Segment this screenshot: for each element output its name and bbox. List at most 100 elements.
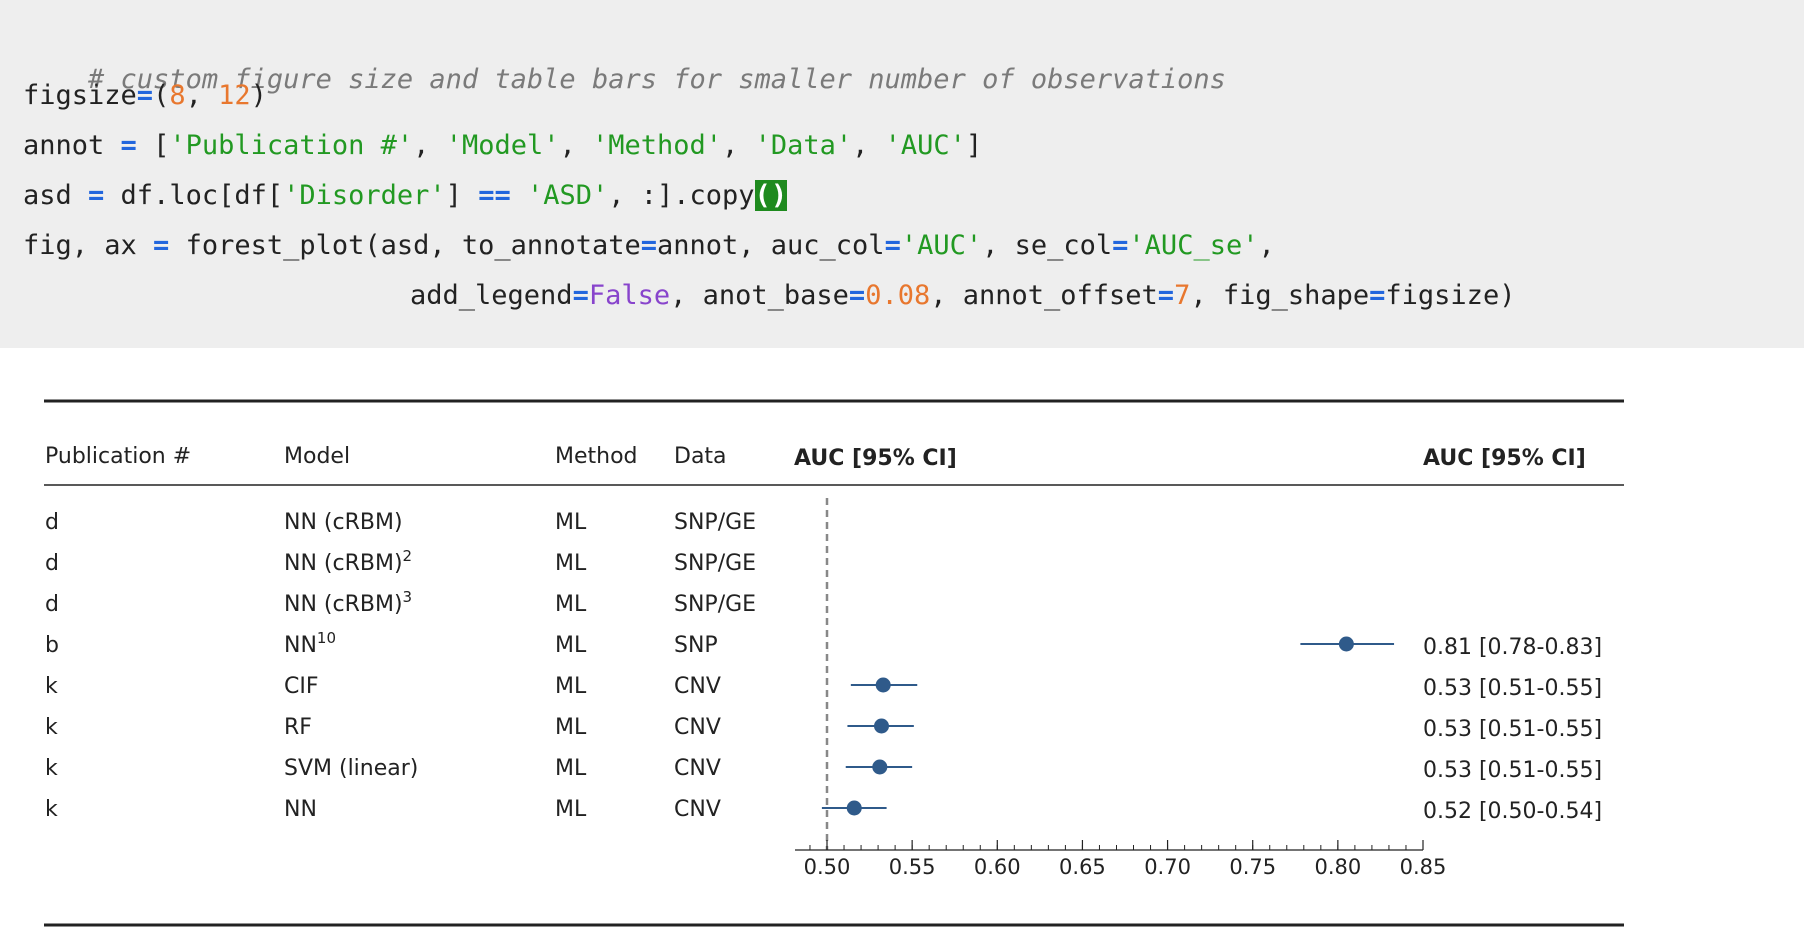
- code-token: False: [588, 280, 671, 311]
- code-token: =: [1369, 280, 1386, 311]
- code-line-forest-args: add_legend=False, anot_base=0.08, annot_…: [410, 279, 1515, 313]
- row-model: NN (cRBM)3: [284, 588, 412, 617]
- row-publication: k: [45, 797, 58, 822]
- code-token: 0.08: [865, 280, 931, 311]
- ci-value-label: 0.53 [0.51-0.55]: [1423, 676, 1602, 701]
- code-token: annot, auc_col: [656, 230, 885, 261]
- auc-point: [875, 677, 891, 693]
- code-token: 'AUC': [884, 130, 966, 161]
- code-token: 'AUC_se': [1128, 230, 1259, 261]
- code-line-asd: asd = df.loc[df['Disorder'] == 'ASD', :]…: [23, 179, 788, 213]
- code-token: ]: [965, 130, 983, 161]
- x-tick-label: 0.80: [1314, 855, 1361, 879]
- auc-point: [1338, 636, 1354, 652]
- code-token: df.loc[df[: [104, 180, 284, 211]
- code-token: 7: [1174, 280, 1191, 311]
- row-model: RF: [284, 715, 312, 740]
- row-data: SNP/GE: [674, 592, 756, 617]
- code-token: 'Data': [754, 130, 853, 161]
- code-token: (: [153, 80, 170, 111]
- code-cursor: (): [754, 180, 788, 211]
- row-data: SNP/GE: [674, 510, 756, 535]
- code-token: forest_plot(asd, to_annotate: [169, 230, 641, 261]
- row-data: CNV: [674, 797, 721, 822]
- row-method: ML: [555, 756, 587, 781]
- code-token: , anot_base: [670, 280, 849, 311]
- code-token: 'ASD': [526, 180, 609, 211]
- row-method: ML: [555, 674, 587, 699]
- code-cell[interactable]: # custom figure size and table bars for …: [0, 0, 1804, 348]
- row-data: SNP/GE: [674, 551, 756, 576]
- code-token: , se_col: [982, 230, 1113, 261]
- row-publication: k: [45, 674, 58, 699]
- auc-point: [873, 718, 889, 734]
- row-data: CNV: [674, 674, 721, 699]
- row-method: ML: [555, 551, 587, 576]
- row-model-superscript: 10: [317, 629, 336, 647]
- code-token: , fig_shape: [1190, 280, 1370, 311]
- code-token: 8: [169, 80, 186, 111]
- code-token: 'Publication #': [169, 130, 414, 161]
- code-token: 'AUC': [900, 230, 983, 261]
- code-token: 'Method': [592, 130, 723, 161]
- code-token: ,: [1258, 230, 1275, 261]
- code-token: , :].copy: [608, 180, 755, 211]
- code-token: =: [136, 80, 154, 111]
- code-token: [: [136, 130, 170, 161]
- ci-value-label: 0.53 [0.51-0.55]: [1423, 758, 1602, 783]
- code-line-figsize: figsize=(8, 12): [23, 79, 267, 113]
- code-token: ): [250, 80, 267, 111]
- row-publication: k: [45, 715, 58, 740]
- row-data: SNP: [674, 633, 718, 658]
- code-token: ]: [445, 180, 479, 211]
- row-publication: b: [45, 633, 59, 658]
- ci-value-label: 0.52 [0.50-0.54]: [1423, 799, 1602, 824]
- code-token: =: [848, 280, 866, 311]
- code-token: ,: [722, 130, 755, 161]
- row-method: ML: [555, 592, 587, 617]
- code-token: =: [1157, 280, 1175, 311]
- row-publication: d: [45, 551, 59, 576]
- code-token: 12: [218, 80, 251, 111]
- code-token: =: [572, 280, 589, 311]
- row-model: SVM (linear): [284, 756, 418, 781]
- row-data: CNV: [674, 756, 721, 781]
- forest-plot-layer: Publication # Model Method Data AUC [95% CI]…: [44, 399, 1624, 927]
- ci-header-right: AUC [95% CI]: [1423, 446, 1586, 471]
- code-token: figsize: [23, 80, 137, 111]
- row-method: ML: [555, 715, 587, 740]
- row-model: CIF: [284, 674, 319, 699]
- code-token: , annot_offset: [930, 280, 1158, 311]
- row-method: ML: [555, 797, 587, 822]
- x-tick-label: 0.60: [974, 855, 1021, 879]
- row-model: NN (cRBM): [284, 510, 403, 535]
- row-publication: d: [45, 592, 59, 617]
- row-publication: d: [45, 510, 59, 535]
- code-token: fig, ax: [23, 230, 154, 261]
- x-tick-label: 0.55: [889, 855, 936, 879]
- code-token: ==: [478, 180, 511, 211]
- code-line-forest-call: fig, ax = forest_plot(asd, to_annotate=a…: [23, 229, 1275, 263]
- ci-value-label: 0.53 [0.51-0.55]: [1423, 717, 1602, 742]
- column-header: Data: [674, 444, 727, 469]
- row-model-superscript: 3: [403, 588, 413, 606]
- code-token: figsize): [1385, 280, 1516, 311]
- x-tick-label: 0.50: [804, 855, 851, 879]
- code-line-annot: annot = ['Publication #', 'Model', 'Meth…: [23, 129, 982, 163]
- row-model: NN: [284, 797, 317, 822]
- x-tick-label: 0.85: [1400, 855, 1447, 879]
- auc-point: [872, 759, 888, 775]
- code-token: =: [88, 180, 105, 211]
- code-token: asd: [23, 180, 89, 211]
- row-method: ML: [555, 633, 587, 658]
- code-token: 'Model': [445, 130, 560, 161]
- code-token: =: [884, 230, 901, 261]
- column-header: Method: [555, 444, 638, 469]
- code-token: =: [1112, 230, 1129, 261]
- forest-plot: Publication # Model Method Data AUC [95% CI]…: [44, 399, 1624, 927]
- x-tick-label: 0.75: [1229, 855, 1276, 879]
- code-token: 'Disorder': [283, 180, 446, 211]
- row-method: ML: [555, 510, 587, 535]
- code-token: ,: [413, 130, 446, 161]
